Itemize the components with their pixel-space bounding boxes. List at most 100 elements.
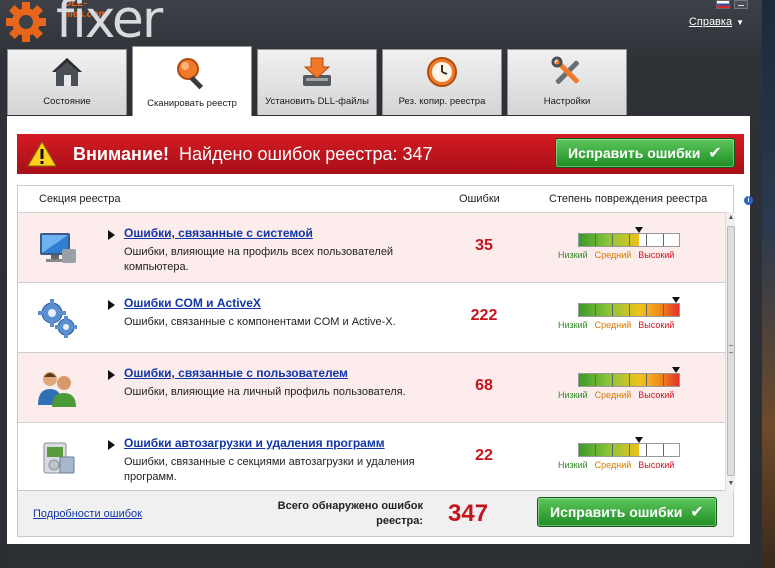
expand-arrow-icon[interactable] — [108, 300, 115, 310]
gauge-segment-divider — [646, 234, 647, 246]
language-flag-icon[interactable] — [716, 0, 730, 9]
tab-scan-registry[interactable]: Сканировать реестр — [132, 46, 252, 117]
gauge-high-label: Высокий — [638, 390, 675, 400]
gauge-segment-divider — [595, 234, 596, 246]
row-title-link[interactable]: Ошибки автозагрузки и удаления программ — [124, 436, 385, 450]
table-scrollbar[interactable]: ▲ ▼ — [725, 212, 735, 492]
row-description: Ошибки, влияющие на личный профиль польз… — [124, 386, 406, 398]
gauge-mid-label: Средний — [594, 320, 632, 330]
logo-text: fixer — [56, 0, 163, 50]
gauge-low-label: Низкий — [558, 390, 588, 400]
warning-title: Внимание! — [73, 143, 169, 164]
desktop-background — [762, 0, 775, 568]
fix-errors-button-top[interactable]: Исправить ошибки ✔ — [555, 138, 735, 168]
warning-triangle-icon — [27, 141, 57, 167]
gauge-segment-divider — [595, 374, 596, 386]
header-damage: Степень повреждения реестра — [549, 193, 708, 205]
row-title-link[interactable]: Ошибки COM и ActiveX — [124, 296, 261, 310]
info-icon[interactable]: i — [744, 196, 753, 205]
gauge-marker-icon — [672, 297, 680, 303]
results-footer: Подробности ошибок Всего обнаружено ошиб… — [17, 491, 734, 537]
gauge-legend: Низкий Средний Высокий — [558, 320, 698, 330]
tools-icon — [549, 54, 585, 90]
gauge-segment-divider — [612, 304, 613, 316]
table-row: Ошибки автозагрузки и удаления программ … — [18, 422, 725, 492]
gauge-marker-icon — [635, 437, 644, 443]
gauge-segment-divider — [663, 444, 664, 456]
table-header: Секция реестра Ошибки Степень повреждени… — [18, 186, 753, 212]
row-title-link[interactable]: Ошибки, связанные с системой — [124, 226, 313, 240]
gauge-marker-icon — [672, 367, 680, 373]
window-bottom-edge — [7, 544, 750, 562]
expand-arrow-icon[interactable] — [108, 440, 115, 450]
gauge-low-label: Низкий — [558, 320, 588, 330]
total-errors-count: 347 — [448, 500, 489, 527]
home-icon — [49, 54, 85, 90]
chevron-down-icon: ▼ — [736, 18, 744, 27]
tab-install-dll[interactable]: Установить DLL-файлы — [257, 49, 377, 115]
main-tabs: Состояние Сканировать реестр Установить … — [7, 46, 627, 117]
damage-gauge — [578, 297, 680, 317]
fix-errors-button-bottom[interactable]: Исправить ошибки ✔ — [537, 497, 717, 527]
tab-registry-backup[interactable]: Рез. копир. реестра — [382, 49, 502, 115]
gauge-segment-divider — [646, 304, 647, 316]
row-title-link[interactable]: Ошибки, связанные с пользователем — [124, 366, 348, 380]
gauge-segment-divider — [646, 374, 647, 386]
row-error-count: 35 — [475, 237, 493, 254]
gauge-low-label: Низкий — [558, 460, 588, 470]
gauge-marker-icon — [635, 227, 644, 233]
gauge-segment-divider — [663, 234, 664, 246]
backup-clock-icon — [424, 54, 460, 90]
gauge-legend: Низкий Средний Высокий — [558, 460, 698, 470]
tab-status[interactable]: Состояние — [7, 49, 127, 115]
header-section: Секция реестра — [39, 193, 121, 205]
damage-gauge — [578, 437, 680, 457]
gauge-high-label: Высокий — [638, 250, 675, 260]
gauge-segment-divider — [663, 374, 664, 386]
row-error-count: 22 — [475, 447, 493, 464]
gauge-segment-divider — [629, 304, 630, 316]
gauge-segment-divider — [612, 444, 613, 456]
gauge-segment-divider — [612, 234, 613, 246]
gauge-mid-label: Средний — [594, 390, 632, 400]
scroll-grip-icon — [729, 345, 733, 353]
damage-gauge — [578, 227, 680, 247]
installer-box-icon — [43, 442, 75, 474]
gears-icon — [38, 299, 77, 338]
monitor-system-icon — [40, 233, 76, 263]
registry-errors-table: Секция реестра Ошибки Степень повреждени… — [17, 185, 753, 492]
gauge-mid-label: Средний — [594, 250, 632, 260]
gauge-segment-divider — [629, 374, 630, 386]
scroll-thumb[interactable] — [727, 226, 735, 476]
users-icon — [38, 372, 76, 407]
expand-arrow-icon[interactable] — [108, 370, 115, 380]
row-description: Ошибки, влияющие на профиль всех пользов… — [124, 246, 394, 273]
gauge-high-label: Высокий — [638, 320, 675, 330]
fix-button-label: Исправить ошибки — [550, 504, 683, 520]
checkmark-icon: ✔ — [690, 504, 704, 521]
gauge-mid-label: Средний — [594, 460, 632, 470]
gauge-high-label: Высокий — [638, 460, 675, 470]
warning-banner: Внимание! Найдено ошибок реестра: 347 Ис… — [17, 134, 744, 174]
gauge-low-label: Низкий — [558, 250, 588, 260]
fixer-logo: DLL-files.com fixer — [4, 0, 163, 46]
fix-button-label: Исправить ошибки — [568, 145, 701, 161]
tab-label: Настройки — [543, 96, 591, 107]
row-description: Ошибки, связанные с компонентами COM и A… — [124, 316, 396, 328]
table-row: Ошибки, связанные с системой Ошибки, вли… — [18, 212, 725, 282]
error-details-link[interactable]: Подробности ошибок — [33, 508, 142, 520]
scroll-down-icon[interactable]: ▼ — [727, 480, 735, 490]
scroll-up-icon[interactable]: ▲ — [727, 214, 735, 224]
table-rows: Ошибки, связанные с системой Ошибки, вли… — [18, 212, 725, 492]
app-window: DLL-files.com fixer Справка▼ Состояние — [0, 0, 762, 568]
minimize-button[interactable] — [734, 0, 748, 9]
expand-arrow-icon[interactable] — [108, 230, 115, 240]
help-menu[interactable]: Справка ▼ — [689, 16, 744, 28]
download-icon — [299, 54, 335, 90]
gauge-legend: Низкий Средний Высокий — [558, 250, 698, 260]
tab-settings[interactable]: Настройки — [507, 49, 627, 115]
total-errors-label: Всего обнаружено ошибок реестра: — [277, 500, 423, 527]
tab-label: Сканировать реестр — [147, 98, 237, 109]
header-errors: Ошибки — [459, 193, 500, 205]
gauge-fill — [579, 444, 639, 456]
